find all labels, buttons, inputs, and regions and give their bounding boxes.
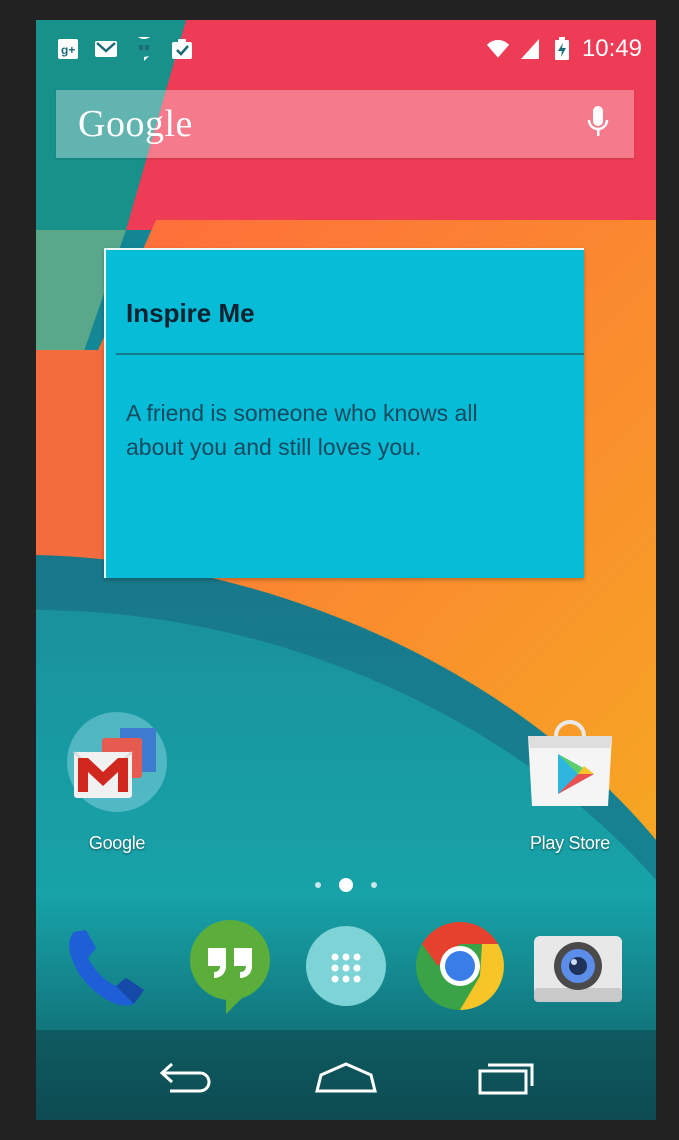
widget-title: Inspire Me	[126, 298, 255, 328]
cell-signal-icon	[518, 38, 542, 60]
home-button[interactable]	[310, 1050, 382, 1110]
camera-icon	[532, 926, 624, 1011]
status-bar: g+ 10:49	[36, 20, 656, 78]
home-icon	[313, 1061, 379, 1100]
hangouts-icon	[186, 918, 274, 1019]
page-dot	[315, 882, 321, 888]
app-drawer-button[interactable]	[298, 920, 394, 1016]
google-app-folder[interactable]: Google	[62, 710, 172, 854]
app-drawer-icon	[304, 924, 388, 1013]
phone-icon	[58, 918, 154, 1019]
svg-text:g+: g+	[61, 43, 75, 57]
widget-quote: A friend is someone who knows all about …	[126, 400, 478, 460]
google-logo: Google	[78, 103, 193, 145]
google-search-bar[interactable]: Google	[56, 90, 634, 158]
chrome-dock-button[interactable]	[412, 920, 508, 1016]
page-dot	[371, 882, 377, 888]
phone-dock-button[interactable]	[58, 920, 154, 1016]
play-store-label: Play Store	[529, 833, 611, 853]
recents-icon	[476, 1060, 536, 1101]
recents-button[interactable]	[470, 1050, 542, 1110]
page-dot-active	[339, 878, 353, 892]
google-plus-icon: g+	[56, 38, 80, 60]
play-store-app[interactable]: Play Store	[518, 710, 622, 854]
navigation-bar	[36, 1040, 656, 1120]
google-folder-icon	[62, 710, 172, 819]
dock	[36, 918, 656, 1020]
microphone-icon[interactable]	[586, 104, 610, 145]
play-store-icon	[518, 710, 622, 819]
hangouts-dock-button[interactable]	[182, 918, 278, 1019]
home-screen: g+ 10:49 Google Inspire Me A friend is s…	[36, 20, 656, 1120]
gmail-icon	[94, 38, 118, 60]
back-button[interactable]	[150, 1050, 222, 1110]
camera-dock-button[interactable]	[530, 920, 626, 1016]
hangouts-icon	[132, 37, 156, 61]
phone-frame: g+ 10:49 Google Inspire Me A friend is s…	[0, 0, 679, 1140]
back-icon	[156, 1061, 216, 1100]
google-folder-label: Google	[88, 833, 146, 853]
tasks-icon	[170, 38, 194, 60]
chrome-icon	[414, 920, 506, 1017]
wifi-icon	[486, 38, 510, 60]
page-indicator	[312, 875, 380, 895]
battery-charging-icon	[550, 37, 574, 60]
widget-divider	[116, 353, 584, 355]
inspire-me-widget[interactable]: Inspire Me A friend is someone who knows…	[104, 248, 584, 578]
clock: 10:49	[581, 35, 642, 62]
